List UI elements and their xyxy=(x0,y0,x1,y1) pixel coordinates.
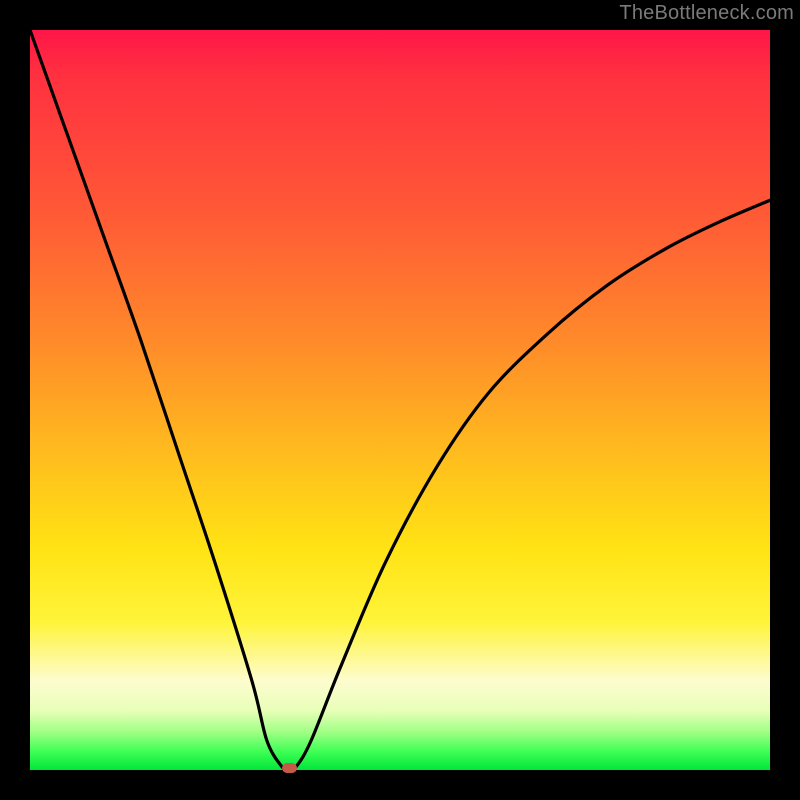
watermark-text: TheBottleneck.com xyxy=(619,2,794,25)
optimal-marker xyxy=(282,763,297,773)
curve-path xyxy=(30,30,770,770)
plot-area xyxy=(30,30,770,770)
chart-frame: TheBottleneck.com xyxy=(0,0,800,800)
bottleneck-curve xyxy=(30,30,770,770)
